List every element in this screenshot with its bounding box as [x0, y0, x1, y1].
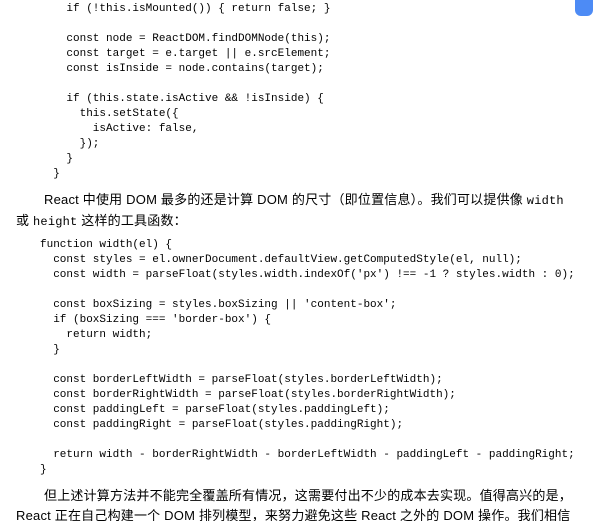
inline-code-height: height: [33, 215, 77, 229]
code-line: return width;: [40, 329, 152, 341]
code-line: const borderLeftWidth = parseFloat(style…: [40, 374, 443, 386]
code-line: function width(el) {: [40, 239, 172, 251]
code-line: }: [40, 168, 60, 180]
page-corner-badge: [575, 0, 593, 16]
code-line: const width = parseFloat(styles.width.in…: [40, 269, 575, 281]
code-line: if (this.state.isActive && !isInside) {: [40, 93, 324, 105]
document-page: if (!this.isMounted()) { return false; }…: [0, 0, 593, 521]
code-line: const target = e.target || e.srcElement;: [40, 48, 330, 60]
text-run: 或: [16, 213, 33, 228]
code-line: }: [40, 464, 47, 476]
code-line: this.setState({: [40, 108, 179, 120]
code-line: });: [40, 138, 99, 150]
code-block-width-function: function width(el) { const styles = el.o…: [40, 238, 577, 478]
code-block-event-handler: if (!this.isMounted()) { return false; }…: [40, 2, 577, 182]
code-line: return width - borderRightWidth - border…: [40, 449, 575, 461]
inline-code-width: width: [527, 194, 564, 208]
text-run: 这样的工具函数：: [77, 213, 186, 228]
code-line: }: [40, 153, 73, 165]
code-line: if (!this.isMounted()) { return false; }: [40, 3, 330, 15]
text-run: React 中使用 DOM 最多的还是计算 DOM 的尺寸（即位置信息）。我们可…: [44, 192, 527, 207]
code-line: const boxSizing = styles.boxSizing || 'c…: [40, 299, 396, 311]
paragraph-conclusion: 但上述计算方法并不能完全覆盖所有情况，这需要付出不少的成本去实现。值得高兴的是，…: [16, 486, 577, 521]
code-line: if (boxSizing === 'border-box') {: [40, 314, 271, 326]
code-line: const styles = el.ownerDocument.defaultV…: [40, 254, 522, 266]
code-line: const node = ReactDOM.findDOMNode(this);: [40, 33, 330, 45]
code-line: const paddingRight = parseFloat(styles.p…: [40, 419, 403, 431]
paragraph-dom-sizing: React 中使用 DOM 最多的还是计算 DOM 的尺寸（即位置信息）。我们可…: [16, 190, 577, 232]
code-line: const paddingLeft = parseFloat(styles.pa…: [40, 404, 390, 416]
code-line: }: [40, 344, 60, 356]
code-line: const isInside = node.contains(target);: [40, 63, 324, 75]
code-line: isActive: false,: [40, 123, 198, 135]
code-line: const borderRightWidth = parseFloat(styl…: [40, 389, 456, 401]
